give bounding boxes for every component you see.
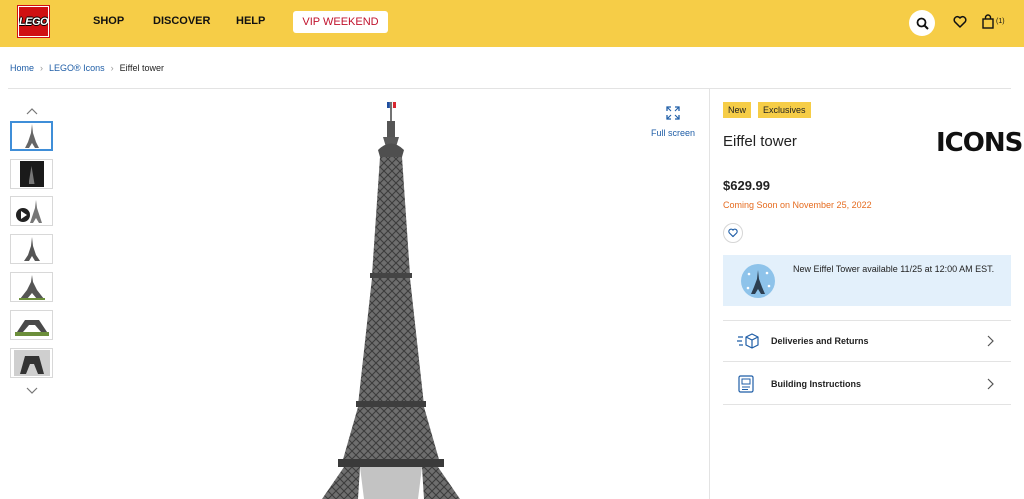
building-instructions-row[interactable]: Building Instructions — [723, 363, 1011, 405]
building-instructions-label: Building Instructions — [771, 378, 861, 389]
chevron-up-icon[interactable] — [25, 106, 39, 116]
fullscreen-button[interactable]: Full screen — [650, 106, 696, 138]
tower-thumbnail-image — [14, 320, 49, 336]
breadcrumb-category[interactable]: LEGO® Icons — [49, 63, 105, 73]
instructions-booklet-icon — [738, 374, 754, 393]
search-button[interactable] — [909, 10, 935, 36]
notice-text: New Eiffel Tower available 11/25 at 12:0… — [793, 264, 995, 274]
thumbnail-tower-side[interactable] — [10, 234, 53, 264]
divider — [8, 88, 1011, 89]
product-title: Eiffel tower — [723, 133, 797, 150]
expand-icon — [666, 106, 680, 120]
tower-thumbnail-image — [13, 350, 50, 376]
thumbnail-tower-detail[interactable] — [10, 348, 53, 378]
badge-new: New — [723, 102, 752, 118]
tower-thumbnail-image — [23, 237, 40, 261]
vip-weekend-button[interactable]: VIP WEEKEND — [293, 11, 388, 33]
tower-thumbnail-image — [24, 124, 39, 148]
availability-status: Coming Soon on November 25, 2022 — [723, 200, 872, 210]
chevron-down-icon[interactable] — [25, 386, 39, 396]
breadcrumb-current: Eiffel tower — [119, 63, 165, 73]
chevron-right-icon: › — [40, 63, 44, 73]
thumbnail-box[interactable] — [10, 159, 53, 189]
fullscreen-label: Full screen — [650, 128, 695, 138]
box-thumbnail-image — [19, 161, 44, 187]
heart-icon — [728, 228, 738, 238]
nav-shop[interactable]: SHOP — [93, 15, 124, 27]
chevron-right-icon: › — [110, 63, 114, 73]
tower-snow-icon — [741, 264, 775, 298]
top-navigation-bar: LEGO SHOP DISCOVER HELP VIP WEEKEND (1) — [0, 0, 1024, 47]
delivery-box-icon — [737, 333, 759, 349]
breadcrumb: Home › LEGO® Icons › Eiffel tower — [10, 63, 164, 73]
wishlist-heart-icon[interactable] — [953, 15, 967, 29]
deliveries-and-returns-row[interactable]: Deliveries and Returns — [723, 320, 1011, 362]
product-price: $629.99 — [723, 178, 770, 193]
thumbnail-tower-first-floor[interactable] — [10, 310, 53, 340]
lego-logo[interactable]: LEGO — [15, 3, 52, 40]
chevron-right-icon — [987, 335, 994, 347]
search-icon — [916, 17, 929, 30]
icons-brand-logo[interactable]: ICONS — [936, 128, 1023, 158]
nav-help[interactable]: HELP — [236, 15, 265, 27]
bag-count: (1) — [996, 18, 1005, 25]
product-main-image[interactable] — [300, 95, 490, 499]
thumbnail-video[interactable] — [10, 196, 53, 226]
thumbnail-tower[interactable] — [10, 121, 53, 151]
bag-icon[interactable] — [982, 14, 994, 29]
breadcrumb-home[interactable]: Home — [10, 63, 34, 73]
divider — [709, 89, 710, 499]
add-to-wishlist-button[interactable] — [723, 223, 743, 243]
availability-notice: New Eiffel Tower available 11/25 at 12:0… — [723, 255, 1011, 306]
tower-thumbnail-image — [18, 275, 45, 300]
deliveries-label: Deliveries and Returns — [771, 336, 869, 346]
video-thumbnail-image — [15, 200, 42, 223]
badge-exclusives: Exclusives — [758, 102, 811, 118]
thumbnail-tower-base[interactable] — [10, 272, 53, 302]
chevron-right-icon — [987, 378, 994, 389]
nav-discover[interactable]: DISCOVER — [153, 15, 210, 27]
